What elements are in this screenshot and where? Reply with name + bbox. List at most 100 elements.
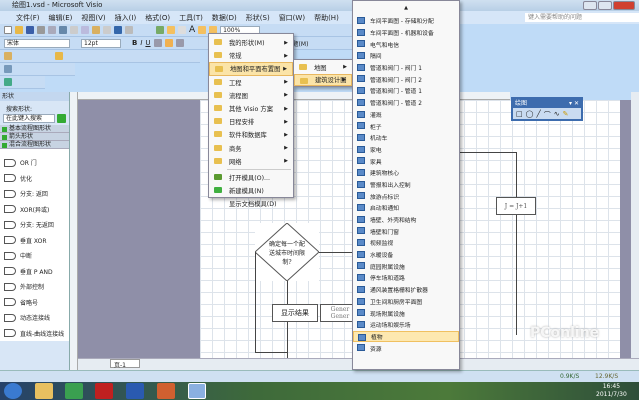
submenu-item[interactable]: 地图 ▶: [294, 61, 352, 74]
stencil-menu-item[interactable]: 管道和阀门 - 管道 1: [353, 85, 459, 97]
powerpoint-icon[interactable]: [157, 383, 175, 399]
line-icon[interactable]: ╱: [536, 110, 540, 120]
stencil-menu-item[interactable]: 灌溉: [353, 109, 459, 121]
menu-item[interactable]: 我的形状(M) ▶: [209, 36, 293, 49]
stencil-menu-item[interactable]: 管道和阀门 - 阀门 1: [353, 62, 459, 74]
shape-item[interactable]: OR 门: [0, 155, 69, 171]
maximize-button[interactable]: [598, 1, 612, 10]
shape-item[interactable]: 外部控制: [0, 279, 69, 295]
arc-icon[interactable]: ⌒: [544, 110, 551, 120]
menu-item[interactable]: 文件(F): [16, 13, 40, 23]
stencil-menu-item[interactable]: 隔间: [353, 50, 459, 62]
redo-icon[interactable]: [125, 26, 133, 34]
explorer-icon[interactable]: [35, 383, 53, 399]
browser-icon[interactable]: [65, 383, 83, 399]
shape-item[interactable]: 垂直 P AND: [0, 263, 69, 279]
cut-icon[interactable]: [70, 26, 78, 34]
open-icon[interactable]: [15, 26, 23, 34]
folder-icon[interactable]: [55, 52, 63, 60]
bold-icon[interactable]: B: [132, 39, 137, 47]
shape-item[interactable]: 省略号: [0, 294, 69, 310]
stencil-menu-item[interactable]: 家具: [353, 155, 459, 167]
stencil-menu-item[interactable]: 停车场和道路: [353, 272, 459, 284]
clock-date[interactable]: 2011/7/30: [596, 391, 627, 399]
paste-icon[interactable]: [92, 26, 100, 34]
stencil-menu-item[interactable]: 通风装置格栅和扩散器: [353, 284, 459, 296]
connector-icon[interactable]: [178, 26, 186, 34]
minimize-button[interactable]: [583, 1, 597, 10]
menu-item[interactable]: 地图和平面布置图 ▶: [209, 62, 293, 76]
pointer-icon[interactable]: [167, 26, 175, 34]
menu-action[interactable]: 新建模具(N): [209, 184, 293, 197]
align-center-icon[interactable]: [164, 39, 173, 47]
stencil-menu-item[interactable]: 柜子: [353, 120, 459, 132]
stencil-menu-item[interactable]: 水暖设备: [353, 249, 459, 261]
menu-item[interactable]: 商务 ▶: [209, 142, 293, 155]
undo-icon[interactable]: [114, 26, 122, 34]
increment-process-shape[interactable]: J = J+1: [496, 197, 536, 215]
italic-icon[interactable]: I: [140, 39, 142, 47]
stencil-menu-item[interactable]: 家电: [353, 144, 459, 156]
markup-icon[interactable]: [4, 52, 12, 60]
align-left-icon[interactable]: [153, 39, 162, 47]
shape-search-input[interactable]: 在此键入搜索: [3, 114, 55, 123]
stencil-menu-item[interactable]: 运动场和娱乐场: [353, 319, 459, 331]
submenu-item[interactable]: 建筑设计图 ▶: [294, 73, 352, 86]
visio-icon[interactable]: [188, 383, 206, 399]
delete-icon[interactable]: [103, 26, 111, 34]
menu-item[interactable]: 常规 ▶: [209, 49, 293, 62]
stencil-menu-item[interactable]: 警报和出入控制: [353, 179, 459, 191]
menu-item[interactable]: 数据(D): [212, 13, 237, 23]
stencil-menu-item[interactable]: 资源: [353, 342, 459, 354]
result-process-shape[interactable]: 显示结果: [272, 304, 318, 322]
scroll-up-icon[interactable]: ▲: [353, 1, 459, 15]
menu-item[interactable]: 网络 ▶: [209, 155, 293, 168]
clock-time[interactable]: 16:45: [596, 383, 627, 391]
menu-item[interactable]: 帮助(H): [314, 13, 339, 23]
menu-action[interactable]: 打开模具(O)...: [209, 171, 293, 184]
underline-icon[interactable]: U: [145, 39, 150, 47]
stencil-menu-item[interactable]: 庭园附属设施: [353, 260, 459, 272]
web-icon[interactable]: [4, 78, 12, 86]
page-tab[interactable]: 页-1: [110, 359, 140, 369]
menu-item[interactable]: 编辑(E): [49, 13, 73, 23]
shape-item[interactable]: 动态连接线: [0, 310, 69, 326]
new-icon[interactable]: [4, 26, 12, 34]
menu-item[interactable]: 工程 ▶: [209, 76, 293, 89]
stencil-menu-item[interactable]: 管道和阀门 - 阀门 2: [353, 73, 459, 85]
close-icon[interactable]: ▾ ✕: [569, 99, 581, 108]
acrobat-icon[interactable]: [95, 383, 113, 399]
word-icon[interactable]: [126, 383, 144, 399]
stencil-menu-item[interactable]: 建筑物核心: [353, 167, 459, 179]
menu-action[interactable]: 显示文档模具(D): [209, 197, 293, 210]
text-icon[interactable]: A: [189, 25, 195, 35]
shape-item[interactable]: 优化: [0, 170, 69, 186]
menu-item[interactable]: 日程安排 ▶: [209, 115, 293, 128]
menu-item[interactable]: 软件和数据库 ▶: [209, 128, 293, 141]
pencil-icon[interactable]: ✎: [563, 110, 569, 120]
freeform-icon[interactable]: ∿: [554, 110, 560, 120]
stencil-menu-item[interactable]: 卫生间和厨房平面图: [353, 296, 459, 308]
copy-icon[interactable]: [81, 26, 89, 34]
menu-item[interactable]: 其他 Visio 方案 ▶: [209, 102, 293, 115]
help-search-input[interactable]: 键入需要帮助的问题: [525, 13, 639, 22]
shape-item[interactable]: XOR(异或): [0, 201, 69, 217]
stencil-menu-item[interactable]: 电气和电信: [353, 38, 459, 50]
font-size-select[interactable]: 12pt: [81, 38, 121, 48]
menu-item[interactable]: 形状(S): [246, 13, 270, 23]
stencil-menu-item[interactable]: 现场附属设施: [353, 307, 459, 319]
stencil-menu-item[interactable]: 墙壁、外壳和结构: [353, 214, 459, 226]
stencil-menu-item[interactable]: 旅游点标识: [353, 190, 459, 202]
start-button[interactable]: [4, 383, 22, 399]
vertical-scrollbar[interactable]: [631, 92, 639, 358]
stencil-menu-item[interactable]: 管道和阀门 - 管道 2: [353, 97, 459, 109]
shapes-icon[interactable]: [156, 26, 164, 34]
stencil-menu-item[interactable]: 车间平面图 - 机器和设备: [353, 27, 459, 39]
close-button[interactable]: [613, 1, 635, 10]
menu-item[interactable]: 插入(I): [115, 13, 137, 23]
stencil-menu-item[interactable]: 机动车: [353, 132, 459, 144]
stencil-tab[interactable]: 箭头形状: [0, 133, 69, 141]
font-select[interactable]: 宋体: [4, 38, 70, 48]
stencil-menu-item[interactable]: 视频监视: [353, 237, 459, 249]
save-icon[interactable]: [26, 26, 34, 34]
